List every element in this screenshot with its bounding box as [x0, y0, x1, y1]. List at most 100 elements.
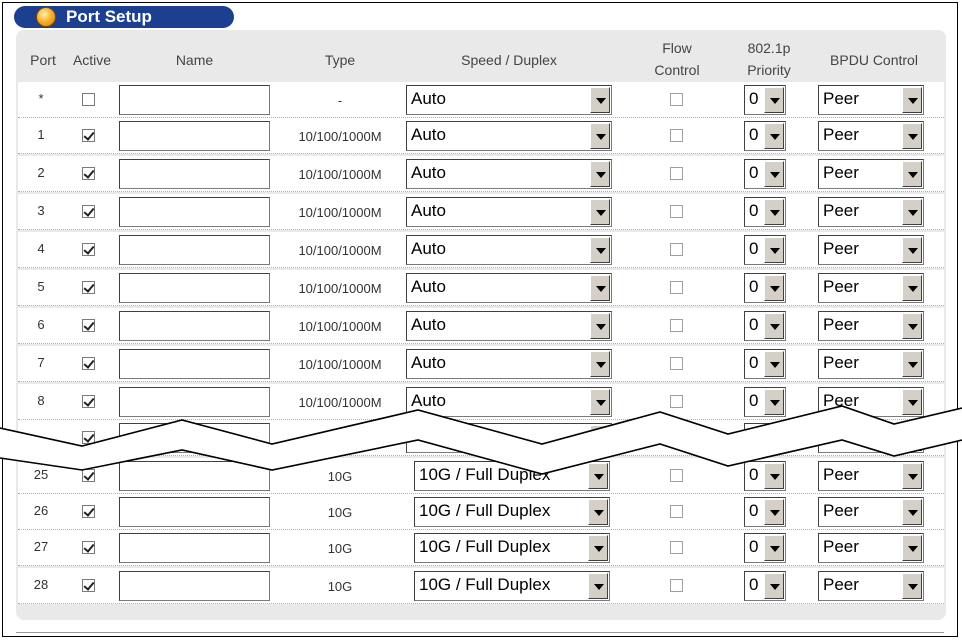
dropdown-arrow-icon[interactable] [764, 87, 784, 113]
dropdown-arrow-icon[interactable] [764, 275, 784, 301]
dropdown-arrow-icon[interactable] [764, 237, 784, 263]
flow-control-checkbox[interactable] [670, 469, 683, 482]
port-name-input[interactable] [119, 197, 270, 227]
dropdown-arrow-icon[interactable] [590, 123, 610, 149]
active-checkbox[interactable] [82, 93, 95, 106]
dropdown-arrow-icon[interactable] [902, 425, 922, 451]
dropdown-arrow-icon[interactable] [764, 499, 784, 525]
dropdown-arrow-icon[interactable] [590, 237, 610, 263]
dropdown-arrow-icon[interactable] [764, 161, 784, 187]
dropdown-arrow-icon[interactable] [902, 313, 922, 339]
dropdown-arrow-icon[interactable] [590, 313, 610, 339]
active-checkbox[interactable] [82, 505, 95, 518]
dropdown-arrow-icon[interactable] [902, 463, 922, 489]
priority-select[interactable] [744, 423, 786, 453]
dropdown-arrow-icon[interactable] [902, 123, 922, 149]
flow-control-checkbox[interactable] [670, 319, 683, 332]
bpdu-control-select[interactable]: Peer [818, 533, 924, 563]
dropdown-arrow-icon[interactable] [764, 425, 784, 451]
bpdu-control-select[interactable]: Peer [818, 235, 924, 265]
dropdown-arrow-icon[interactable] [902, 573, 922, 599]
speed-duplex-select[interactable]: Auto [406, 349, 612, 379]
dropdown-arrow-icon[interactable] [764, 463, 784, 489]
priority-select[interactable]: 0 [744, 497, 786, 527]
priority-select[interactable]: 0 [744, 273, 786, 303]
priority-select[interactable]: 0 [744, 311, 786, 341]
priority-select[interactable]: 0 [744, 387, 786, 417]
port-name-input[interactable] [119, 349, 270, 379]
bpdu-control-select[interactable]: Peer [818, 85, 924, 115]
port-name-input[interactable] [119, 235, 270, 265]
port-name-input[interactable] [119, 121, 270, 151]
speed-duplex-select[interactable]: Auto [406, 311, 612, 341]
flow-control-checkbox[interactable] [670, 93, 683, 106]
speed-duplex-select[interactable]: 10G / Full Duplex [414, 461, 610, 491]
port-name-input[interactable] [119, 461, 270, 491]
speed-duplex-select[interactable]: 10G / Full Duplex [414, 533, 610, 563]
active-checkbox[interactable] [82, 579, 95, 592]
active-checkbox[interactable] [82, 541, 95, 554]
speed-duplex-select[interactable]: Auto [406, 235, 612, 265]
active-checkbox[interactable] [82, 281, 95, 294]
dropdown-arrow-icon[interactable] [590, 87, 610, 113]
flow-control-checkbox[interactable] [670, 281, 683, 294]
bpdu-control-select[interactable] [818, 423, 924, 453]
dropdown-arrow-icon[interactable] [764, 351, 784, 377]
bpdu-control-select[interactable]: Peer [818, 571, 924, 601]
flow-control-checkbox[interactable] [670, 129, 683, 142]
priority-select[interactable]: 0 [744, 349, 786, 379]
dropdown-arrow-icon[interactable] [590, 389, 610, 415]
flow-control-checkbox[interactable] [670, 395, 683, 408]
dropdown-arrow-icon[interactable] [902, 535, 922, 561]
dropdown-arrow-icon[interactable] [902, 275, 922, 301]
priority-select[interactable]: 0 [744, 461, 786, 491]
speed-duplex-select[interactable]: Auto [406, 197, 612, 227]
dropdown-arrow-icon[interactable] [902, 199, 922, 225]
priority-select[interactable]: 0 [744, 571, 786, 601]
dropdown-arrow-icon[interactable] [764, 389, 784, 415]
bpdu-control-select[interactable]: Peer [818, 311, 924, 341]
dropdown-arrow-icon[interactable] [764, 123, 784, 149]
port-name-input[interactable] [119, 497, 270, 527]
port-name-input[interactable] [119, 387, 270, 417]
active-checkbox[interactable] [82, 357, 95, 370]
active-checkbox[interactable] [82, 395, 95, 408]
priority-select[interactable]: 0 [744, 159, 786, 189]
dropdown-arrow-icon[interactable] [764, 199, 784, 225]
speed-duplex-select[interactable]: Auto [406, 159, 612, 189]
dropdown-arrow-icon[interactable] [588, 463, 608, 489]
bpdu-control-select[interactable]: Peer [818, 121, 924, 151]
dropdown-arrow-icon[interactable] [588, 535, 608, 561]
dropdown-arrow-icon[interactable] [902, 87, 922, 113]
speed-duplex-select[interactable]: 10G / Full Duplex [414, 497, 610, 527]
port-name-input[interactable] [119, 311, 270, 341]
flow-control-checkbox[interactable] [670, 243, 683, 256]
active-checkbox[interactable] [82, 469, 95, 482]
priority-select[interactable]: 0 [744, 533, 786, 563]
active-checkbox[interactable] [82, 205, 95, 218]
bpdu-control-select[interactable]: Peer [818, 461, 924, 491]
port-name-input[interactable] [119, 273, 270, 303]
dropdown-arrow-icon[interactable] [588, 573, 608, 599]
dropdown-arrow-icon[interactable] [590, 275, 610, 301]
dropdown-arrow-icon[interactable] [588, 499, 608, 525]
dropdown-arrow-icon[interactable] [902, 351, 922, 377]
dropdown-arrow-icon[interactable] [902, 237, 922, 263]
port-name-input[interactable] [119, 159, 270, 189]
flow-control-checkbox[interactable] [670, 505, 683, 518]
dropdown-arrow-icon[interactable] [590, 161, 610, 187]
active-checkbox[interactable] [82, 319, 95, 332]
speed-duplex-select[interactable]: Auto [406, 121, 612, 151]
dropdown-arrow-icon[interactable] [764, 313, 784, 339]
active-checkbox[interactable] [82, 129, 95, 142]
speed-duplex-select[interactable]: Auto [406, 85, 612, 115]
dropdown-arrow-icon[interactable] [590, 425, 610, 451]
active-checkbox[interactable] [82, 431, 95, 444]
bpdu-control-select[interactable]: Peer [818, 387, 924, 417]
dropdown-arrow-icon[interactable] [902, 499, 922, 525]
active-checkbox[interactable] [82, 243, 95, 256]
active-checkbox[interactable] [82, 167, 95, 180]
port-name-input[interactable] [119, 85, 270, 115]
dropdown-arrow-icon[interactable] [902, 161, 922, 187]
speed-duplex-select[interactable]: Auto [406, 273, 612, 303]
